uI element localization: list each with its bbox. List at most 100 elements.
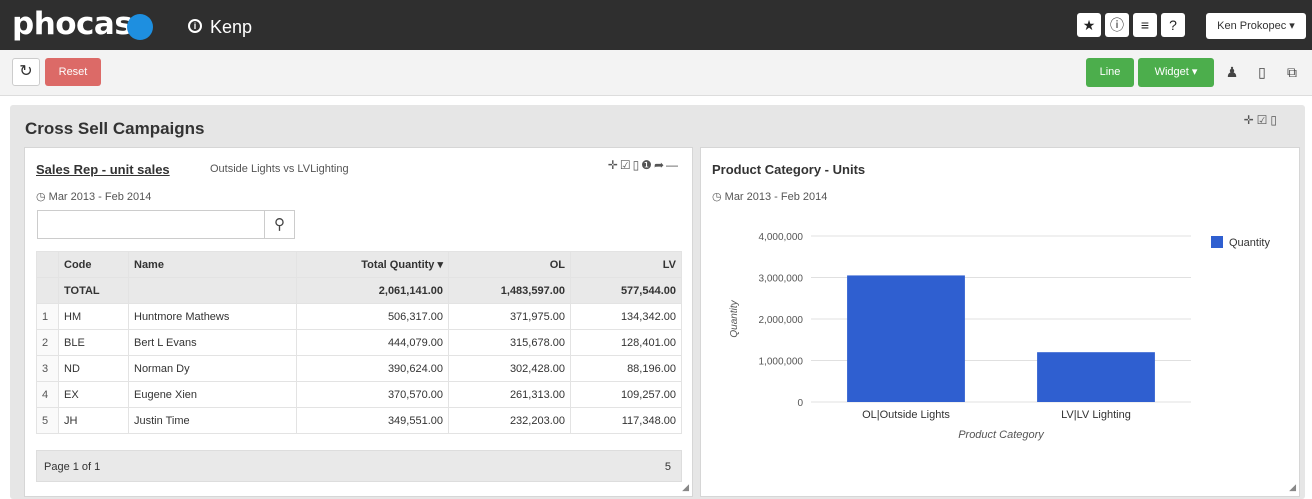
dashboard-info-icon[interactable]: i: [188, 19, 202, 33]
cell-code: HM: [58, 303, 129, 330]
row-number: 5: [36, 407, 59, 434]
help-icon[interactable]: ?: [1161, 13, 1185, 37]
pager-text: Page 1 of 1: [44, 461, 101, 473]
cell-total: 444,079.00: [296, 329, 449, 356]
clock-icon: ◷: [36, 191, 49, 203]
y-axis-label: Quantity: [729, 299, 740, 337]
cell-code: BLE: [58, 329, 129, 356]
table-row[interactable]: 3 ND Norman Dy 390,624.00 302,428.00 88,…: [36, 355, 682, 382]
chart-widget: Product Category - Units ◷ Mar 2013 - Fe…: [700, 147, 1300, 497]
star-icon[interactable]: ★: [1077, 13, 1101, 37]
app-logo[interactable]: phocas: [12, 6, 133, 42]
cell-total: 349,551.00: [296, 407, 449, 434]
row-number: 4: [36, 381, 59, 408]
grid-widget: Sales Rep - unit sales Outside Lights vs…: [24, 147, 693, 497]
bar-chart: 0 1,000,000 2,000,000 3,000,000 4,000,000 OL|…: [729, 232, 1270, 441]
clock-icon: ◷: [712, 191, 725, 203]
y-tick-label: 4,000,000: [759, 232, 804, 243]
grid-footer: Page 1 of 1 5: [36, 450, 682, 482]
trash-icon[interactable]: ▯: [1250, 60, 1274, 84]
cell-name: Eugene Xien: [128, 381, 297, 408]
cell-ol: 371,975.00: [448, 303, 571, 330]
dashboard-tools[interactable]: ✛☑▯: [1244, 113, 1280, 127]
grid-widget-subtitle: Outside Lights vs LVLighting: [210, 163, 349, 175]
legend-label: Quantity: [1229, 237, 1270, 249]
table-row[interactable]: 1 HM Huntmore Mathews 506,317.00 371,975…: [36, 303, 682, 330]
y-tick-label: 3,000,000: [759, 274, 804, 285]
col-name[interactable]: Name: [128, 251, 297, 278]
cell-lv: 109,257.00: [570, 381, 682, 408]
data-grid: Code Name Total Quantity ▾ OL LV TOTAL 2…: [36, 251, 682, 434]
grid-widget-title[interactable]: Sales Rep - unit sales: [36, 162, 170, 177]
bar: [847, 275, 965, 402]
reset-button[interactable]: Reset: [45, 58, 101, 86]
cell-code: EX: [58, 381, 129, 408]
x-tick-label: OL|Outside Lights: [862, 409, 950, 421]
legend-swatch: [1211, 236, 1223, 248]
resize-handle-icon[interactable]: ◢: [682, 482, 689, 493]
cell-total: 370,570.00: [296, 381, 449, 408]
top-bar: phocas i Kenp ★ ⓘ ≡ ? Ken Prokopec ▾: [0, 0, 1312, 50]
widget-tools[interactable]: ✛☑▯❶➦—: [608, 158, 680, 172]
total-row: TOTAL 2,061,141.00 1,483,597.00 577,544.…: [36, 277, 682, 304]
row-number: [36, 277, 59, 304]
y-tick-label: 0: [797, 398, 803, 409]
total-quantity: 2,061,141.00: [296, 277, 449, 304]
y-tick-label: 2,000,000: [759, 315, 804, 326]
users-icon[interactable]: ♟: [1220, 60, 1244, 84]
total-lv: 577,544.00: [570, 277, 682, 304]
table-row[interactable]: 5 JH Justin Time 349,551.00 232,203.00 1…: [36, 407, 682, 434]
row-number-header: [36, 251, 59, 278]
table-row[interactable]: 2 BLE Bert L Evans 444,079.00 315,678.00…: [36, 329, 682, 356]
cell-ol: 261,313.00: [448, 381, 571, 408]
cell-name: Huntmore Mathews: [128, 303, 297, 330]
dashboard-area: Cross Sell Campaigns ✛☑▯ Sales Rep - uni…: [10, 105, 1305, 499]
grid-header-row: Code Name Total Quantity ▾ OL LV: [36, 251, 682, 278]
x-tick-label: LV|LV Lighting: [1061, 409, 1131, 421]
col-ol[interactable]: OL: [448, 251, 571, 278]
search-icon[interactable]: ⚲: [265, 210, 295, 239]
cell-ol: 315,678.00: [448, 329, 571, 356]
total-name: [128, 277, 297, 304]
cell-lv: 128,401.00: [570, 329, 682, 356]
y-tick-label: 1,000,000: [759, 357, 804, 368]
cell-name: Justin Time: [128, 407, 297, 434]
cell-lv: 88,196.00: [570, 355, 682, 382]
total-ol: 1,483,597.00: [448, 277, 571, 304]
cell-total: 506,317.00: [296, 303, 449, 330]
row-count: 5: [664, 461, 671, 473]
copy-icon[interactable]: ⧉: [1280, 60, 1304, 84]
resize-handle-icon[interactable]: ◢: [1289, 482, 1296, 493]
dashboard-name[interactable]: Kenp: [210, 17, 252, 38]
cell-code: JH: [58, 407, 129, 434]
dashboard-title: Cross Sell Campaigns: [25, 119, 205, 138]
logo-dot-icon: [127, 14, 153, 40]
grid-date-range: ◷ Mar 2013 - Feb 2014: [36, 190, 151, 203]
info-icon[interactable]: ⓘ: [1105, 13, 1129, 37]
row-number: 2: [36, 329, 59, 356]
widget-button[interactable]: Widget ▾: [1138, 58, 1214, 87]
cell-total: 390,624.00: [296, 355, 449, 382]
toolbar: ↻ Reset Line Widget ▾ ♟ ▯ ⧉: [0, 50, 1312, 96]
grid-date-text: Mar 2013 - Feb 2014: [48, 191, 152, 203]
chart-date-range: ◷ Mar 2013 - Feb 2014: [712, 190, 827, 203]
cell-lv: 117,348.00: [570, 407, 682, 434]
total-label: TOTAL: [58, 277, 129, 304]
table-row[interactable]: 4 EX Eugene Xien 370,570.00 261,313.00 1…: [36, 381, 682, 408]
user-menu[interactable]: Ken Prokopec ▾: [1206, 13, 1306, 39]
database-icon[interactable]: ≡: [1133, 13, 1157, 37]
col-lv[interactable]: LV: [570, 251, 682, 278]
chart-widget-title[interactable]: Product Category - Units: [712, 162, 865, 177]
x-axis-label: Product Category: [958, 429, 1045, 441]
refresh-button[interactable]: ↻: [12, 58, 40, 86]
row-number: 3: [36, 355, 59, 382]
chart-date-text: Mar 2013 - Feb 2014: [724, 191, 828, 203]
search-input[interactable]: [37, 210, 265, 239]
cell-ol: 232,203.00: [448, 407, 571, 434]
cell-name: Bert L Evans: [128, 329, 297, 356]
col-code[interactable]: Code: [58, 251, 129, 278]
col-total-quantity[interactable]: Total Quantity ▾: [296, 251, 449, 278]
cell-lv: 134,342.00: [570, 303, 682, 330]
line-button[interactable]: Line: [1086, 58, 1134, 87]
cell-ol: 302,428.00: [448, 355, 571, 382]
